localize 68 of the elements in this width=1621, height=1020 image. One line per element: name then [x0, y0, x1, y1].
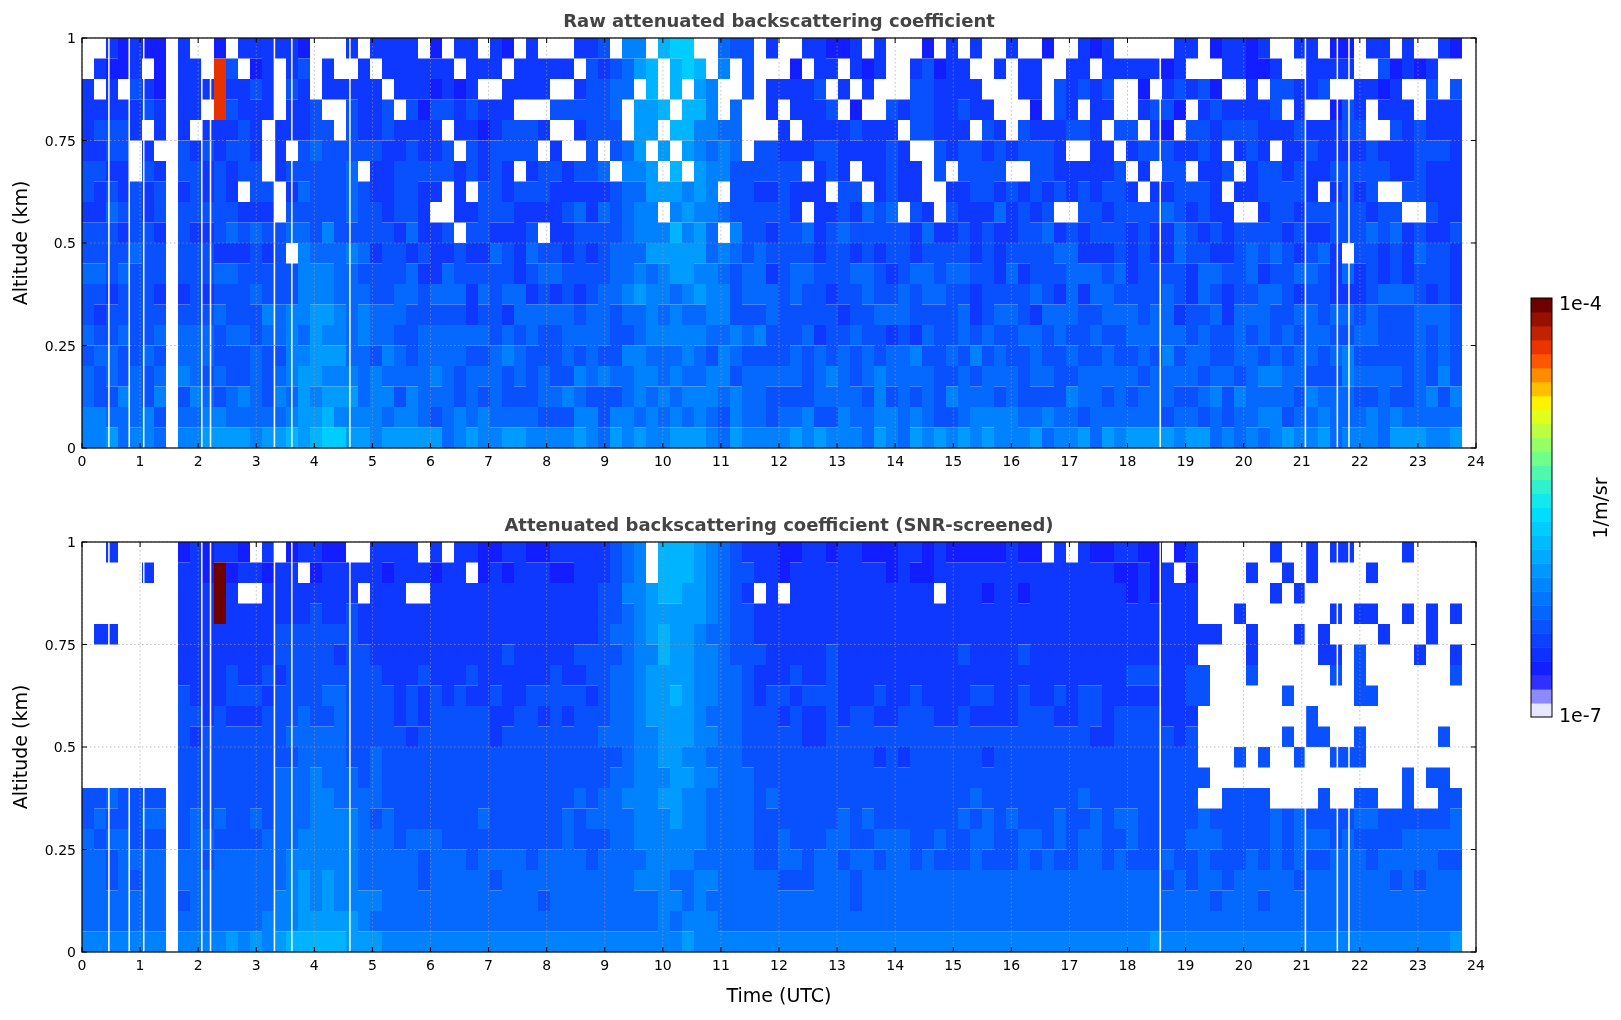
tick-label: 13 — [828, 453, 846, 469]
tick-label: 22 — [1350, 453, 1369, 469]
tick-label: 0 — [77, 957, 87, 973]
tick-label: 2 — [193, 957, 203, 973]
tick-label: 6 — [426, 957, 435, 973]
tick-label: 19 — [1176, 957, 1195, 973]
tick-label: 7 — [484, 957, 494, 973]
tick-label: 3 — [251, 957, 261, 973]
tick-label: 5 — [367, 957, 377, 973]
colorbar-label: 1e-4 — [1559, 292, 1602, 314]
axis-label: Time (UTC) — [726, 984, 832, 1006]
tick-label: 0.5 — [53, 739, 76, 755]
tick-label: 10 — [653, 957, 672, 973]
tick-label: 21 — [1292, 453, 1311, 469]
tick-label: 1 — [135, 453, 145, 469]
tick-label: 19 — [1176, 453, 1195, 469]
tick-label: 0.25 — [44, 841, 76, 858]
tick-label: 0.75 — [44, 132, 76, 149]
tick-label: 13 — [828, 957, 846, 973]
tick-label: 4 — [309, 453, 319, 469]
tick-label: 23 — [1409, 957, 1427, 973]
tick-label: 1 — [67, 30, 76, 46]
tick-label: 2 — [193, 453, 203, 469]
tick-label: 1 — [67, 534, 76, 550]
tick-label: 15 — [944, 957, 963, 973]
tick-label: 1 — [135, 957, 145, 973]
tick-label: 6 — [426, 453, 435, 469]
tick-label: 8 — [542, 453, 552, 469]
tick-label: 11 — [712, 957, 730, 973]
tick-label: 24 — [1467, 453, 1485, 469]
tick-label: 14 — [886, 453, 905, 469]
tick-label: 12 — [770, 453, 788, 469]
tick-label: 9 — [600, 453, 610, 469]
axis-label: 1/m/sr — [1589, 477, 1611, 539]
tick-label: 0.25 — [44, 337, 76, 354]
plot-title: Raw attenuated backscattering coefficient — [563, 10, 995, 31]
plot-title: Attenuated backscattering coefficient (SNR-screened) — [504, 514, 1054, 535]
tick-label: 17 — [1060, 957, 1079, 973]
tick-label: 0 — [77, 453, 87, 469]
tick-label: 5 — [367, 453, 377, 469]
tick-label: 0 — [67, 944, 76, 960]
tick-label: 4 — [309, 957, 319, 973]
tick-label: 11 — [712, 453, 730, 469]
tick-label: 7 — [484, 453, 494, 469]
tick-label: 17 — [1060, 453, 1079, 469]
tick-label: 21 — [1292, 957, 1311, 973]
tick-label: 23 — [1409, 453, 1427, 469]
tick-label: 16 — [1002, 453, 1021, 469]
tick-label: 18 — [1118, 453, 1137, 469]
tick-label: 22 — [1350, 957, 1369, 973]
tick-label: 0 — [67, 440, 76, 456]
tick-label: 0.75 — [44, 636, 76, 653]
tick-label: 3 — [251, 453, 261, 469]
colorbar-label: 1e-7 — [1559, 704, 1602, 726]
tick-label: 20 — [1234, 957, 1253, 973]
tick-label: 15 — [944, 453, 963, 469]
tick-label: 14 — [886, 957, 905, 973]
tick-label: 8 — [542, 957, 552, 973]
axis-label: Altitude (km) — [9, 180, 31, 306]
tick-label: 10 — [653, 453, 672, 469]
tick-label: 0.5 — [53, 235, 76, 251]
tick-label: 20 — [1234, 453, 1253, 469]
tick-label: 24 — [1467, 957, 1485, 973]
tick-label: 16 — [1002, 957, 1021, 973]
tick-label: 9 — [600, 957, 610, 973]
tick-label: 12 — [770, 957, 788, 973]
tick-label: 18 — [1118, 957, 1137, 973]
axis-label: Altitude (km) — [9, 684, 31, 810]
